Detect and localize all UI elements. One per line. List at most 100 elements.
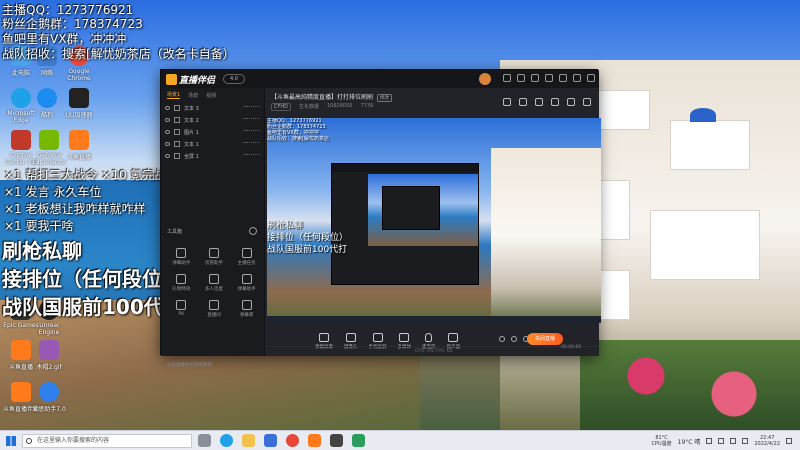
edit-title-button[interactable]: 修改 (377, 94, 393, 102)
layer-item[interactable]: 全屏 1 (161, 150, 264, 162)
layer-item[interactable]: 图片 1 (161, 126, 264, 138)
toolbox-grid: 弹幕助手 房管助手 主播任务 礼物特效 多人连麦 弹幕助手 PK 直播间 弹幕库 (165, 248, 263, 318)
minimize-icon[interactable] (559, 74, 567, 82)
layer-controls[interactable] (244, 141, 260, 147)
edge-icon[interactable] (220, 434, 233, 447)
eye-icon[interactable] (165, 142, 170, 146)
preview-taskbar (267, 316, 601, 323)
user-avatar[interactable] (479, 73, 491, 85)
eye-icon[interactable] (165, 106, 170, 110)
tag-text: 生化救援 (298, 104, 319, 110)
overlay-big-text: 战队国服前100代打 (2, 295, 184, 319)
nested-window-2 (382, 186, 440, 230)
taskbar-search-input[interactable]: 在这里输入你要搜索的内容 (22, 434, 192, 448)
douyu-icon (11, 340, 31, 360)
task-icon (241, 248, 252, 258)
layer-controls[interactable] (244, 129, 260, 135)
start-live-button[interactable]: 关闭直播 (527, 333, 563, 345)
ime-icon[interactable] (742, 438, 749, 444)
i4-icon (39, 382, 59, 402)
layout-icon[interactable] (503, 98, 511, 106)
tool-gift-effects[interactable]: 礼物特效 (165, 274, 198, 292)
tool-live-room[interactable]: 直播间 (198, 300, 231, 318)
media-icon (399, 332, 410, 342)
layer-controls[interactable] (244, 105, 260, 111)
tab-scene1[interactable]: 场景1 (167, 91, 181, 99)
network-icon[interactable] (718, 438, 725, 444)
pk-icon (176, 300, 187, 310)
message-icon[interactable] (503, 74, 511, 82)
image-icon (174, 129, 180, 135)
preview-tools (503, 98, 591, 106)
desktop-icon[interactable]: 斗鱼直播 (60, 130, 98, 161)
share-icon[interactable] (583, 98, 591, 106)
douyu-icon (69, 130, 89, 150)
app-icon[interactable] (330, 434, 343, 447)
store-icon[interactable] (264, 434, 277, 447)
layer-controls[interactable] (244, 153, 260, 159)
douyu-icon[interactable] (308, 434, 321, 447)
barrage-icon (241, 274, 252, 284)
taskbar-clock[interactable]: 22:47 2022/4/22 (754, 435, 780, 447)
tab-video[interactable]: 视频 (206, 92, 216, 99)
menu-icon[interactable] (545, 74, 553, 82)
record-icon[interactable] (535, 98, 543, 106)
desktop-icon[interactable]: 爱思助手7.0 (30, 382, 68, 413)
overlay-gift-cmd: ×1 发言 永久车位 (4, 185, 102, 199)
layer-item[interactable]: 文本 3 (161, 102, 264, 114)
app-icon[interactable] (352, 434, 365, 447)
tutorial-link[interactable]: 斗鱼直播伴侣使用教程 (167, 362, 212, 368)
tool-room-admin[interactable]: 房管助手 (198, 248, 231, 266)
eye-icon[interactable] (165, 154, 170, 158)
chevron-up-icon[interactable] (706, 438, 713, 444)
control-center-icon (11, 130, 31, 150)
tool-pk[interactable]: PK (165, 300, 198, 318)
gift-icon (176, 274, 187, 284)
video-icon[interactable] (499, 336, 505, 342)
tool-multi-mic[interactable]: 多人连麦 (198, 274, 231, 292)
volume-icon[interactable] (730, 438, 737, 444)
room-icon (208, 300, 219, 310)
tool-barrage-2[interactable]: 弹幕助手 (230, 274, 263, 292)
toolbox-settings-icon[interactable] (249, 227, 257, 235)
desktop-icon[interactable]: 木帽2.gif (30, 340, 68, 371)
lock-icon[interactable] (519, 98, 527, 106)
uu-icon (69, 88, 89, 108)
toolbox-header: 工具箱 (167, 229, 183, 235)
layer-item[interactable]: 文本 1 (161, 138, 264, 150)
settings-icon[interactable] (567, 98, 575, 106)
skin-icon[interactable] (517, 74, 525, 82)
version-badge[interactable]: 4.0 (223, 74, 245, 84)
eye-icon[interactable] (511, 336, 517, 342)
folder-icon[interactable] (242, 434, 255, 447)
notification-icon[interactable] (551, 98, 559, 106)
microphone-icon (425, 332, 433, 342)
close-icon[interactable] (587, 74, 595, 82)
maximize-icon[interactable] (573, 74, 581, 82)
nested-window (331, 163, 479, 285)
tool-barrage[interactable]: 弹幕助手 (165, 248, 198, 266)
weather-widget[interactable]: 19°C 晴 (678, 437, 701, 446)
chrome-icon[interactable] (286, 434, 299, 447)
gif-icon (39, 340, 59, 360)
windows-start-icon[interactable] (6, 436, 16, 446)
category-badge[interactable]: CFHD (271, 103, 291, 111)
desktop-icon[interactable]: UU加速器 (60, 88, 98, 119)
layer-item[interactable]: 文本 2 (161, 114, 264, 126)
admin-icon (208, 248, 219, 258)
tab-scene[interactable]: 场景 (188, 92, 198, 99)
notification-icon[interactable] (786, 438, 792, 444)
like-count: 7739 (360, 103, 374, 109)
layer-controls[interactable] (244, 117, 260, 123)
eye-icon[interactable] (165, 130, 170, 134)
live-preview[interactable]: 主播QQ：1273776921 粉丝企鹅群：178374723 鱼吧里有VX群，… (267, 118, 601, 323)
screen-icon (174, 153, 180, 159)
settings-icon[interactable] (531, 74, 539, 82)
overlay-big-text: 接排位（任何段位） (2, 267, 182, 291)
pinned-apps (198, 434, 365, 447)
tool-tasks[interactable]: 主播任务 (230, 248, 263, 266)
eye-icon[interactable] (165, 118, 170, 122)
cpu-temp: 81°C CPU温度 (651, 435, 672, 447)
task-view-icon[interactable] (198, 434, 211, 447)
tool-barrage-library[interactable]: 弹幕库 (230, 300, 263, 318)
